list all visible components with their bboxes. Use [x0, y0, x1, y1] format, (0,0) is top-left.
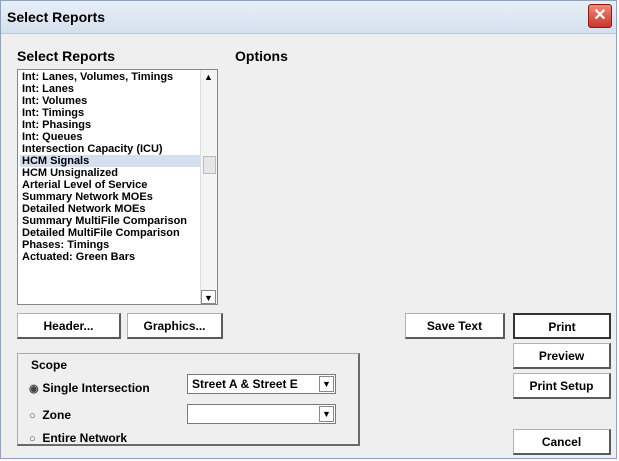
report-list-item[interactable]: Int: Phasings [20, 119, 202, 131]
options-label: Options [235, 48, 288, 64]
report-list-item[interactable]: HCM Signals [20, 155, 202, 167]
print-setup-button[interactable]: Print Setup [513, 373, 611, 399]
radio-label: Zone [42, 408, 72, 422]
report-list-item[interactable]: Arterial Level of Service [20, 179, 202, 191]
radio-unselected-icon: ○ [29, 410, 36, 422]
cancel-button[interactable]: Cancel [513, 429, 611, 455]
report-list-item[interactable]: Summary Network MOEs [20, 191, 202, 203]
print-button[interactable]: Print [513, 313, 611, 339]
combo-value: Street A & Street E [192, 377, 298, 391]
zone-combo[interactable]: ▼ [187, 404, 336, 424]
report-list-items: Int: Lanes, Volumes, Timings Int: Lanes In… [20, 71, 202, 263]
chevron-down-icon[interactable]: ▼ [319, 406, 334, 422]
report-list-item[interactable]: Summary MultiFile Comparison [20, 215, 202, 227]
chevron-down-icon[interactable]: ▼ [319, 376, 334, 392]
radio-zone[interactable]: ○ Zone [29, 408, 71, 422]
scroll-up-icon[interactable]: ▲ [201, 70, 216, 84]
radio-unselected-icon: ○ [29, 433, 36, 445]
radio-label: Entire Network [42, 431, 128, 445]
graphics-button[interactable]: Graphics... [127, 313, 223, 339]
listbox-scrollbar[interactable]: ▲ ▼ [200, 70, 217, 304]
title-bar[interactable]: Select Reports ✕ [1, 1, 616, 34]
report-list-item[interactable]: HCM Unsignalized [20, 167, 202, 179]
close-icon[interactable]: ✕ [588, 4, 612, 28]
radio-entire-network[interactable]: ○ Entire Network [29, 431, 127, 445]
report-list-item[interactable]: Detailed Network MOEs [20, 203, 202, 215]
preview-button[interactable]: Preview [513, 343, 611, 369]
radio-label: Single Intersection [42, 381, 150, 395]
report-list-item[interactable]: Intersection Capacity (ICU) [20, 143, 202, 155]
window-title: Select Reports [7, 9, 106, 25]
scope-label: Scope [29, 358, 70, 372]
report-list-item[interactable]: Int: Lanes [20, 83, 202, 95]
report-listbox[interactable]: Int: Lanes, Volumes, Timings Int: Lanes In… [17, 69, 218, 305]
report-list-item[interactable]: Int: Queues [20, 131, 202, 143]
select-reports-dialog: Select Reports ✕ Select Reports Options … [0, 0, 617, 459]
report-list-item[interactable]: Int: Timings [20, 107, 202, 119]
radio-selected-icon: ◉ [29, 383, 39, 395]
report-list-item[interactable]: Phases: Timings [20, 239, 202, 251]
save-text-button[interactable]: Save Text [405, 313, 505, 339]
scroll-thumb[interactable] [203, 156, 216, 174]
header-button[interactable]: Header... [17, 313, 121, 339]
report-list-item[interactable]: Int: Volumes [20, 95, 202, 107]
intersection-combo[interactable]: Street A & Street E ▼ [187, 374, 336, 394]
report-list-item[interactable]: Int: Lanes, Volumes, Timings [20, 71, 202, 83]
select-reports-label: Select Reports [17, 48, 116, 64]
scroll-down-icon[interactable]: ▼ [201, 290, 216, 304]
report-list-item[interactable]: Actuated: Green Bars [20, 251, 202, 263]
report-list-item[interactable]: Detailed MultiFile Comparison [20, 227, 202, 239]
radio-single-intersection[interactable]: ◉ Single Intersection [29, 381, 150, 395]
